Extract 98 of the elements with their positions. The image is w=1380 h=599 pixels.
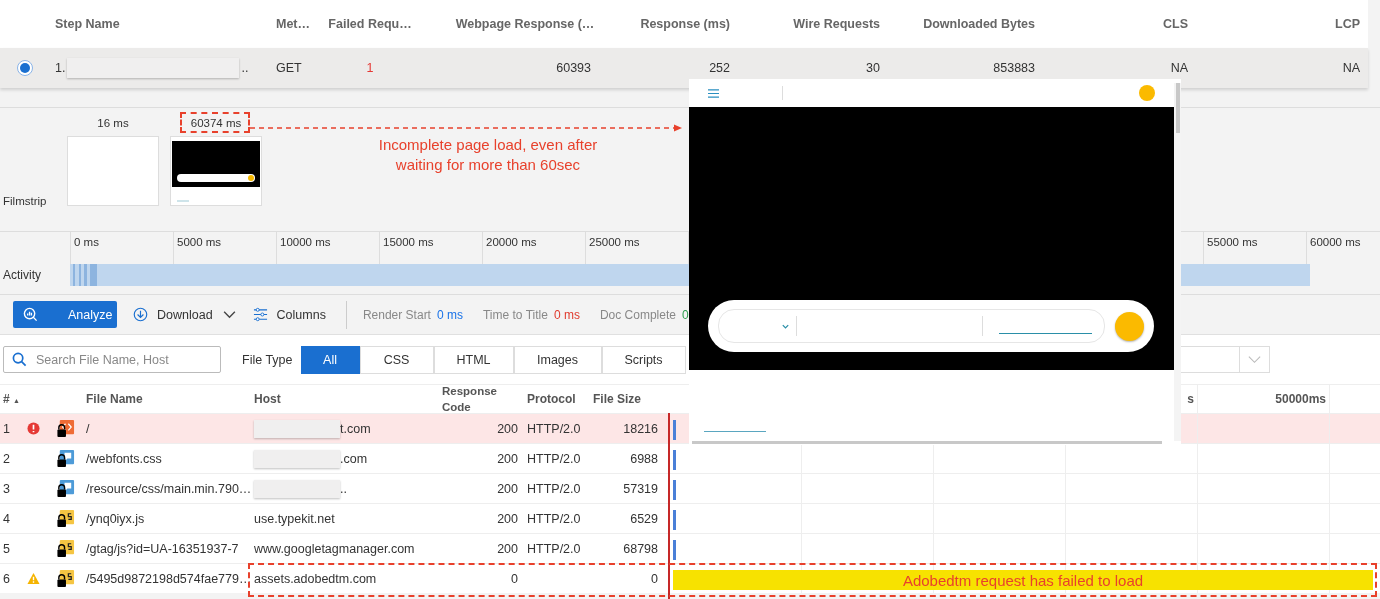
download-icon: [133, 307, 148, 322]
table-cell: HTTP/2.0: [527, 511, 581, 526]
table-cell-text: 200: [496, 481, 518, 496]
column-header[interactable]: Met…: [270, 17, 320, 31]
filmstrip-frame[interactable]: [67, 136, 159, 206]
table-cell-text: 6: [2, 571, 11, 586]
scrollbar[interactable]: [692, 441, 1162, 444]
search-icon: [12, 352, 27, 367]
table-cell-text: 200: [496, 541, 518, 556]
scrollbar[interactable]: [1174, 83, 1181, 441]
file-name[interactable]: /ynq0iyx.js: [86, 511, 254, 526]
table-cell: HTTP/2.0: [527, 481, 581, 496]
column-header[interactable]: Webpage Response (…: [420, 17, 620, 31]
column-header[interactable]: CLS: [1035, 17, 1188, 31]
table-cell: HTTP/2.0: [527, 541, 581, 556]
table-cell-text: 2: [2, 451, 11, 466]
filter-tab[interactable]: Images: [513, 345, 602, 374]
filter-tab[interactable]: All: [300, 345, 360, 374]
time-tick: s: [1187, 392, 1194, 406]
table-cell-text: 68798: [622, 541, 658, 556]
filter-tab[interactable]: HTML: [433, 345, 514, 374]
metric-value: 0: [681, 307, 689, 322]
table-cell-text: GET: [275, 61, 303, 75]
metric-value: 0 ms: [436, 307, 463, 322]
table-cell-text: 200: [496, 421, 518, 436]
column-header[interactable]: Response (ms): [620, 17, 730, 31]
file-name[interactable]: /resource/css/main.min.790…: [86, 481, 254, 496]
analyze-icon: [23, 307, 38, 322]
table-cell-text: NA: [1341, 61, 1361, 75]
search-field[interactable]: Search File Name, Host: [3, 346, 221, 373]
metric-label: Time to Title: [483, 307, 548, 322]
table-cell-text: 252: [708, 61, 730, 75]
table-cell-text: 18216: [622, 421, 658, 436]
table-cell-text: NA: [1169, 61, 1188, 75]
host-name: .com: [340, 451, 368, 466]
table-cell-text: 1: [2, 421, 11, 436]
table-cell-text: 4: [2, 511, 11, 526]
column-header[interactable]: Downloaded Bytes: [880, 17, 1035, 31]
avatar-icon[interactable]: [1139, 85, 1155, 101]
column-header[interactable]: File Name: [86, 392, 254, 406]
filter-tab[interactable]: CSS: [359, 345, 434, 374]
host-name: www.googletagmanager.com: [254, 541, 415, 556]
table-cell-text: 57319: [622, 481, 658, 496]
file-name[interactable]: /webfonts.css: [86, 451, 254, 466]
step-name: ..: [241, 61, 249, 75]
frame-time: 16 ms: [97, 117, 129, 129]
table-cell: HTTP/2.0: [527, 451, 581, 466]
sliders-icon: [252, 307, 268, 322]
host-name: use.typekit.net: [254, 511, 335, 526]
step-number: 1.: [55, 61, 66, 75]
metric-label: Render Start: [362, 307, 431, 322]
column-header[interactable]: Failed Requ…: [320, 17, 420, 31]
table-cell-text: 200: [496, 511, 518, 526]
table-cell-text: 0: [510, 571, 518, 586]
table-cell-text: 853883: [992, 61, 1035, 75]
column-header[interactable]: Wire Requests: [730, 17, 880, 31]
annotation-text: Adobedtm request has failed to load: [902, 571, 1144, 589]
table-cell: HTTP/2.0: [527, 421, 581, 436]
file-name[interactable]: /gtag/js?id=UA-16351937-7: [86, 541, 254, 556]
column-header[interactable]: File Size: [590, 392, 658, 406]
annotation-text: Incomplete page load, even after waiting for more than 60sec: [377, 135, 599, 175]
column-header[interactable]: LCP: [1188, 17, 1366, 31]
column-header[interactable]: Step Name: [50, 17, 270, 31]
link-underline[interactable]: [704, 431, 766, 432]
table-cell-text: 6988: [629, 451, 658, 466]
analyze-button[interactable]: Analyze: [13, 301, 117, 328]
table-cell-text: 30: [865, 61, 880, 75]
table-cell-text: 5: [2, 541, 11, 556]
filter-tab[interactable]: Scripts: [601, 345, 686, 374]
frame-time: 60374 ms: [190, 117, 242, 129]
host-name: assets.adobedtm.com: [254, 571, 377, 586]
host-name: ..: [340, 481, 347, 496]
dropdown[interactable]: [1180, 346, 1270, 373]
filmstrip-label: Filmstrip: [3, 195, 47, 207]
radio-button[interactable]: [17, 60, 33, 76]
table-cell-text: 200: [496, 451, 518, 466]
table-cell-text: 3: [2, 481, 11, 496]
columns-button[interactable]: Columns: [252, 307, 326, 322]
thumbnail-drawing[interactable]: [170, 136, 262, 206]
metric-label: Doc Complete: [599, 307, 676, 322]
column-header[interactable]: Protocol: [518, 392, 590, 406]
search-button[interactable]: [1115, 311, 1144, 341]
activity-label: Activity: [2, 267, 42, 284]
column-header[interactable]: Response Code: [434, 382, 518, 416]
table-cell-text: 6529: [629, 511, 658, 526]
file-name[interactable]: /5495d9872198d574fae779…: [86, 571, 254, 586]
table-cell-text: 1: [365, 61, 375, 75]
metric-value: 0 ms: [553, 307, 580, 322]
host-name: t.com: [340, 421, 371, 436]
file-name[interactable]: /: [86, 421, 254, 436]
annotation-box: [180, 112, 250, 133]
download-button[interactable]: Download: [133, 307, 237, 322]
table-cell-text: 60393: [555, 61, 592, 75]
time-tick: 50000ms: [1275, 392, 1326, 406]
column-header[interactable]: Host: [254, 392, 434, 406]
file-type-label: File Type: [242, 352, 293, 367]
menu-icon[interactable]: [707, 87, 720, 99]
table-cell-text: 0: [650, 571, 658, 586]
